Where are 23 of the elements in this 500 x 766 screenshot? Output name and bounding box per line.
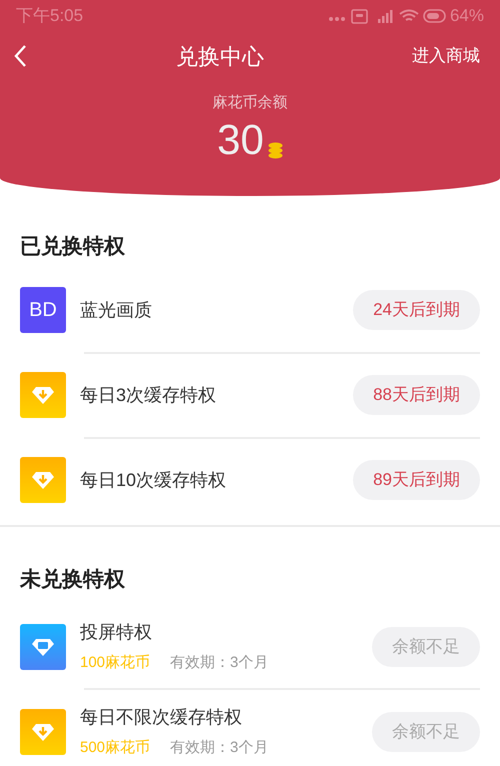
expiry-button[interactable]: 24天后到期	[353, 290, 480, 330]
page-title: 兑换中心	[176, 42, 264, 70]
section-title: 未兑换特权	[18, 566, 126, 592]
balance-amount: 30	[217, 118, 264, 160]
price: 500麻花币	[80, 738, 150, 758]
section-title: 已兑换特权	[19, 234, 126, 260]
validity-period: 有效期：3个月	[170, 738, 268, 758]
privilege-name: 蓝光画质	[80, 298, 153, 322]
mall-link[interactable]: 进入商城	[412, 43, 480, 69]
back-icon[interactable]	[12, 44, 28, 68]
price: 100麻花币	[80, 652, 150, 673]
status-time: 下午5:05	[16, 5, 84, 28]
expiry-button[interactable]: 89天后到期	[353, 460, 480, 500]
validity-period: 有效期：3个月	[170, 652, 268, 673]
balance-label: 麻花币余额	[212, 93, 288, 113]
privilege-name: 每日10次缓存特权	[80, 468, 228, 492]
privilege-name: 每日3次缓存特权	[80, 384, 218, 406]
quality-badge: BD	[20, 287, 66, 333]
battery-percent: 64%	[450, 5, 484, 28]
expiry-button[interactable]: 88天后到期	[353, 375, 480, 415]
privilege-name: 投屏特权	[80, 620, 153, 644]
coins-icon	[268, 142, 283, 158]
privilege-name: 每日不限次缓存特权	[80, 706, 243, 729]
